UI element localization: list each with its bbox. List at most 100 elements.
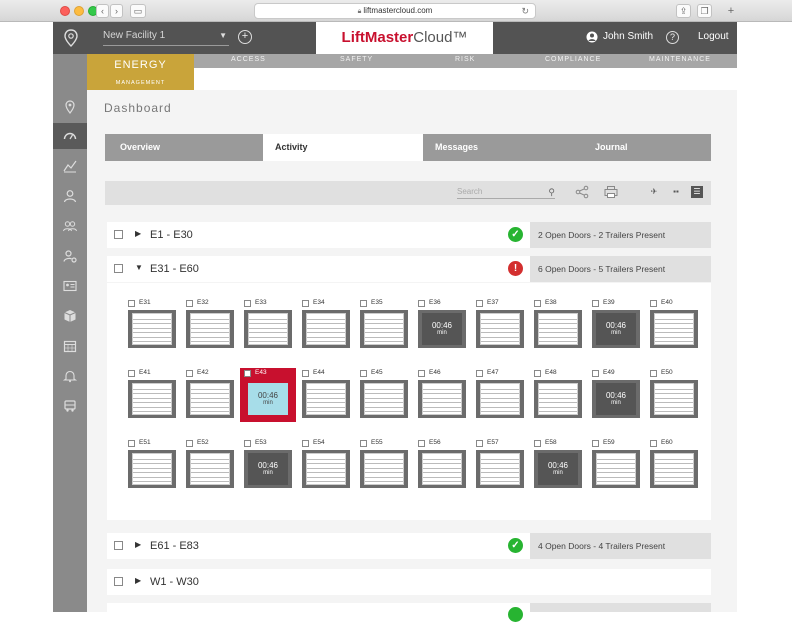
door-checkbox[interactable] <box>476 370 483 377</box>
door-checkbox[interactable] <box>592 440 599 447</box>
search-icon[interactable]: ⚲ <box>548 185 555 199</box>
dock-door-e50[interactable]: E50 <box>650 369 698 420</box>
dock-door-e57[interactable]: E57 <box>476 439 524 490</box>
tab-messages[interactable]: Messages <box>435 134 478 161</box>
share-nodes-icon[interactable] <box>575 185 589 199</box>
dock-door-e60[interactable]: E60 <box>650 439 698 490</box>
expand-arrow-icon[interactable]: ▶ <box>135 540 141 549</box>
door-checkbox[interactable] <box>302 440 309 447</box>
user-name[interactable]: John Smith <box>603 31 653 42</box>
search-input[interactable]: Search ⚲ <box>457 185 555 199</box>
nav-access[interactable]: ACCESS <box>231 56 266 63</box>
sidebar-item-inventory[interactable] <box>53 303 87 329</box>
sidebar-item-location[interactable] <box>53 94 87 120</box>
sidebar-item-user-settings[interactable] <box>53 243 87 269</box>
tab-activity[interactable]: Activity <box>263 134 423 161</box>
dock-door-e31[interactable]: E31 <box>128 299 176 350</box>
group-row-e31-e60[interactable]: ▼ E31 - E60 ! 6 Open Doors - 5 Trailers … <box>107 256 711 282</box>
dock-door-e58[interactable]: E58 00:46 min <box>534 439 582 490</box>
door-checkbox[interactable] <box>650 370 657 377</box>
dock-door-e36[interactable]: E36 00:46 min <box>418 299 466 350</box>
door-checkbox[interactable] <box>360 300 367 307</box>
tabs-icon[interactable]: ❐ <box>697 4 712 18</box>
door-checkbox[interactable] <box>418 370 425 377</box>
expand-arrow-icon[interactable]: ▶ <box>135 229 141 238</box>
dock-door-e55[interactable]: E55 <box>360 439 408 490</box>
door-checkbox[interactable] <box>128 300 135 307</box>
sidebar-toggle-icon[interactable]: ▭ <box>130 4 146 18</box>
dock-door-e47[interactable]: E47 <box>476 369 524 420</box>
tab-journal[interactable]: Journal <box>595 134 628 161</box>
dock-door-e46[interactable]: E46 <box>418 369 466 420</box>
door-checkbox[interactable] <box>650 440 657 447</box>
door-checkbox[interactable] <box>186 370 193 377</box>
nav-maintenance[interactable]: MAINTENANCE <box>649 56 711 63</box>
tab-overview[interactable]: Overview <box>120 134 160 161</box>
door-checkbox[interactable] <box>128 370 135 377</box>
dock-door-e37[interactable]: E37 <box>476 299 524 350</box>
dock-door-e45[interactable]: E45 <box>360 369 408 420</box>
group-checkbox[interactable] <box>114 264 123 273</box>
door-checkbox[interactable] <box>128 440 135 447</box>
door-checkbox[interactable] <box>186 300 193 307</box>
group-row-w1-w30[interactable]: ▶ W1 - W30 <box>107 569 711 595</box>
grid-view-icon[interactable]: ▪▪ <box>670 186 682 198</box>
dock-door-e43[interactable]: E43 00:46 min <box>240 368 296 422</box>
minimize-window-button[interactable] <box>74 6 84 16</box>
collapse-arrow-icon[interactable]: ▼ <box>135 263 143 272</box>
group-row-e61-e83[interactable]: ▶ E61 - E83 ✓ 4 Open Doors - 4 Trailers … <box>107 533 711 559</box>
dock-door-e53[interactable]: E53 00:46 min <box>244 439 292 490</box>
sidebar-item-fleet[interactable] <box>53 393 87 419</box>
group-checkbox[interactable] <box>114 577 123 586</box>
dock-door-e56[interactable]: E56 <box>418 439 466 490</box>
sidebar-item-user[interactable] <box>53 183 87 209</box>
dock-door-e38[interactable]: E38 <box>534 299 582 350</box>
dock-door-e42[interactable]: E42 <box>186 369 234 420</box>
sidebar-item-calendar[interactable] <box>53 333 87 359</box>
dock-door-e41[interactable]: E41 <box>128 369 176 420</box>
door-checkbox[interactable] <box>302 370 309 377</box>
expand-arrow-icon[interactable]: ▶ <box>135 576 141 585</box>
dock-door-e34[interactable]: E34 <box>302 299 350 350</box>
sidebar-item-reports[interactable] <box>53 153 87 179</box>
new-tab-icon[interactable]: + <box>725 5 737 19</box>
share-icon[interactable]: ⇪ <box>676 4 691 18</box>
door-checkbox[interactable] <box>302 300 309 307</box>
nav-energy-management[interactable]: ENERGY MANAGEMENT <box>87 54 194 90</box>
door-checkbox[interactable] <box>360 370 367 377</box>
group-checkbox[interactable] <box>114 541 123 550</box>
dock-door-e48[interactable]: E48 <box>534 369 582 420</box>
list-view-icon[interactable]: ☰ <box>691 186 703 198</box>
door-checkbox[interactable] <box>592 370 599 377</box>
add-facility-button[interactable]: + <box>238 30 252 44</box>
dock-door-e52[interactable]: E52 <box>186 439 234 490</box>
facility-select[interactable]: New Facility 1 ▼ <box>103 30 229 46</box>
door-checkbox[interactable] <box>186 440 193 447</box>
door-checkbox[interactable] <box>244 440 251 447</box>
back-icon[interactable]: ‹ <box>96 4 109 18</box>
door-checkbox[interactable] <box>244 370 251 377</box>
dock-door-e44[interactable]: E44 <box>302 369 350 420</box>
door-checkbox[interactable] <box>534 370 541 377</box>
nav-compliance[interactable]: COMPLIANCE <box>545 56 601 63</box>
dock-door-e49[interactable]: E49 00:46 min <box>592 369 640 420</box>
sidebar-item-contacts[interactable] <box>53 273 87 299</box>
dock-door-e40[interactable]: E40 <box>650 299 698 350</box>
door-checkbox[interactable] <box>418 300 425 307</box>
close-window-button[interactable] <box>60 6 70 16</box>
map-view-icon[interactable]: ✈ <box>648 186 660 198</box>
door-checkbox[interactable] <box>534 300 541 307</box>
door-checkbox[interactable] <box>418 440 425 447</box>
dock-door-e33[interactable]: E33 <box>244 299 292 350</box>
location-pin-icon[interactable] <box>62 29 80 47</box>
print-icon[interactable] <box>604 185 618 199</box>
dock-door-e39[interactable]: E39 00:46 min <box>592 299 640 350</box>
forward-icon[interactable]: › <box>110 4 123 18</box>
door-checkbox[interactable] <box>592 300 599 307</box>
nav-safety[interactable]: SAFETY <box>340 56 373 63</box>
dock-door-e59[interactable]: E59 <box>592 439 640 490</box>
door-checkbox[interactable] <box>650 300 657 307</box>
door-checkbox[interactable] <box>476 300 483 307</box>
door-checkbox[interactable] <box>476 440 483 447</box>
sidebar-item-dashboard[interactable] <box>53 123 87 149</box>
